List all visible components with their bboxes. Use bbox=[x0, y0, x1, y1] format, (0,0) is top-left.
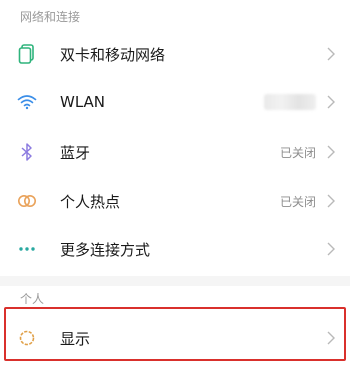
wifi-icon bbox=[16, 91, 38, 113]
chevron-right-icon bbox=[324, 95, 338, 109]
chevron-right-icon bbox=[324, 47, 338, 61]
sim-card-icon bbox=[16, 43, 38, 65]
row-label: 个人热点 bbox=[60, 192, 121, 211]
chevron-right-icon bbox=[324, 145, 338, 159]
chevron-right-icon bbox=[324, 194, 338, 208]
wifi-network-name-redacted bbox=[264, 94, 316, 110]
row-wlan[interactable]: WLAN bbox=[0, 78, 350, 126]
row-more-connections[interactable]: 更多连接方式 bbox=[0, 225, 350, 273]
row-label: 蓝牙 bbox=[60, 143, 91, 162]
highlight-box bbox=[4, 307, 346, 361]
row-hotspot[interactable]: 个人热点 已关闭 bbox=[0, 177, 350, 225]
row-label: WLAN bbox=[60, 93, 106, 111]
hotspot-icon bbox=[16, 190, 38, 212]
bluetooth-icon bbox=[16, 141, 38, 163]
row-label: 双卡和移动网络 bbox=[60, 45, 166, 64]
status-value: 已关闭 bbox=[279, 145, 316, 160]
section-divider bbox=[0, 276, 350, 286]
row-dual-sim[interactable]: 双卡和移动网络 bbox=[0, 30, 350, 78]
chevron-right-icon bbox=[324, 242, 338, 256]
more-dots-icon bbox=[16, 238, 38, 260]
status-value: 已关闭 bbox=[279, 194, 316, 209]
row-bluetooth[interactable]: 蓝牙 已关闭 bbox=[0, 128, 350, 176]
row-label: 更多连接方式 bbox=[60, 240, 151, 259]
section-header-network: 网络和连接 bbox=[20, 10, 81, 24]
section-header-personal: 个人 bbox=[20, 292, 45, 306]
